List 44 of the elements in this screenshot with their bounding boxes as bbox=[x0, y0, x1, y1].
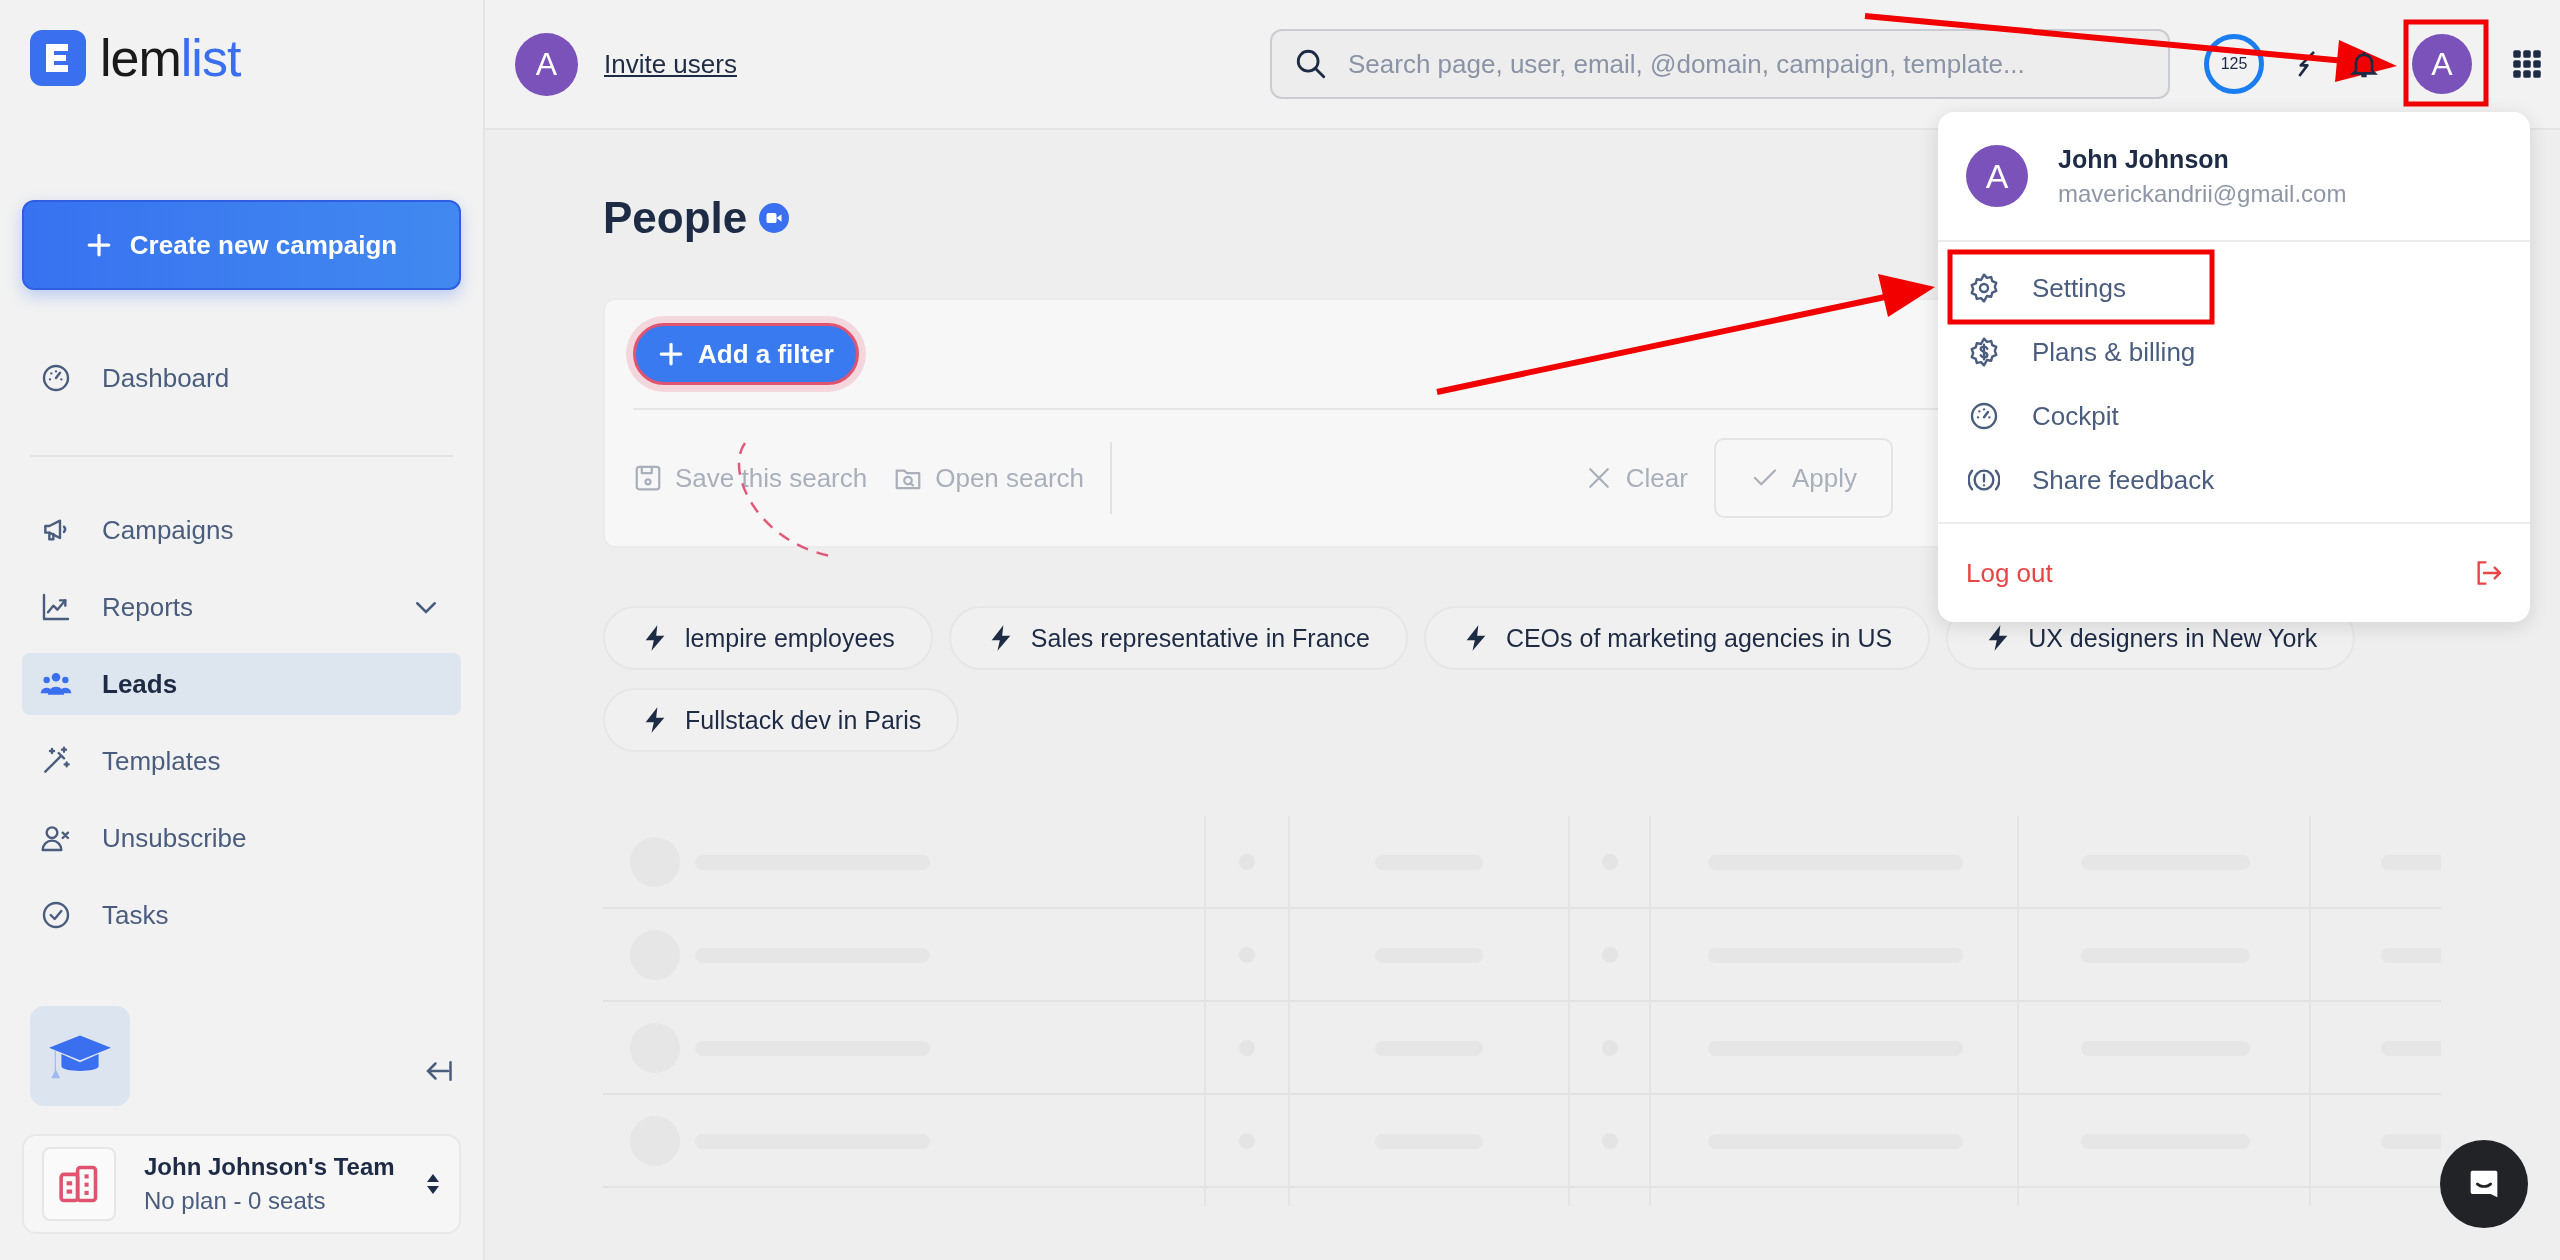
plus-icon bbox=[658, 341, 684, 367]
menu-item[interactable]: Share feedback bbox=[1938, 448, 2530, 512]
video-icon[interactable] bbox=[759, 203, 790, 233]
search-icon bbox=[1294, 47, 1328, 81]
team-switcher[interactable]: John Johnson's Team No plan - 0 seats bbox=[22, 1134, 461, 1234]
chart-icon bbox=[40, 591, 72, 623]
sidebar-item[interactable]: Tasks bbox=[22, 884, 461, 946]
saved-search-chip[interactable]: CEOs of marketing agencies in US bbox=[1423, 606, 1931, 670]
gauge-icon bbox=[40, 362, 72, 394]
user-email: maverickandrii@gmail.com bbox=[2058, 179, 2347, 208]
sidebar-item[interactable]: Reports bbox=[22, 576, 461, 638]
sidebar-item[interactable]: Unsubscribe bbox=[22, 807, 461, 869]
menu-item[interactable]: Settings bbox=[1938, 256, 2530, 320]
check-circle-icon bbox=[40, 899, 72, 931]
team-plan: No plan - 0 seats bbox=[144, 1187, 327, 1215]
user-avatar: A bbox=[1966, 145, 2028, 207]
credits-counter[interactable]: 125 bbox=[2204, 34, 2264, 94]
building-icon bbox=[42, 1147, 116, 1221]
academy-tile[interactable] bbox=[30, 1006, 130, 1106]
search-field[interactable]: Search page, user, email, @domain, campaign, template... bbox=[1270, 29, 2170, 99]
sidebar-item[interactable]: Dashboard bbox=[22, 347, 461, 409]
team-avatar[interactable]: A bbox=[515, 32, 578, 96]
apps-grid-icon[interactable] bbox=[2512, 49, 2542, 79]
sidebar-item[interactable]: Campaigns bbox=[22, 499, 461, 561]
logo-wordmark: lemlist bbox=[100, 32, 241, 84]
user-avatar[interactable]: A bbox=[2412, 34, 2472, 94]
menu-item[interactable]: Cockpit bbox=[1938, 384, 2530, 448]
sidebar-item[interactable]: Leads bbox=[22, 653, 461, 715]
page-title: People bbox=[603, 193, 748, 243]
saved-search-chip[interactable]: Fullstack dev in Paris bbox=[603, 688, 960, 752]
invite-users-link[interactable]: Invite users bbox=[604, 48, 737, 80]
logout-link[interactable]: Log out bbox=[1966, 557, 2053, 589]
settings-icon bbox=[1968, 272, 2000, 304]
team-name: John Johnson's Team bbox=[144, 1153, 396, 1181]
plus-icon bbox=[85, 232, 112, 258]
menu-item[interactable]: Plans & billing bbox=[1938, 320, 2530, 384]
saved-search-chip[interactable]: lempire employees bbox=[603, 606, 933, 670]
sidebar-item[interactable]: Templates bbox=[22, 730, 461, 792]
user-name: John Johnson bbox=[2058, 144, 2230, 174]
gauge-icon bbox=[1968, 400, 2000, 432]
dollar-badge-icon bbox=[1968, 336, 2000, 368]
saved-search-chip[interactable]: Sales representative in France bbox=[948, 606, 1408, 670]
logo-icon bbox=[30, 30, 86, 86]
create-campaign-button[interactable]: Create new campaign bbox=[22, 200, 461, 290]
